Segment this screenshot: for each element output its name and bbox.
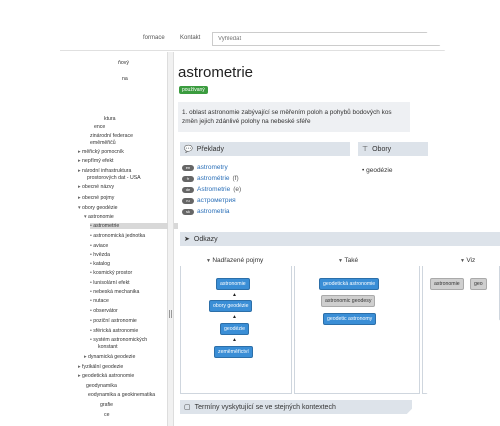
concept-node[interactable]: geodetic astronomy [323, 313, 377, 325]
tree-item[interactable]: zinárodní federace [90, 133, 133, 139]
concept-node-foreign[interactable]: geo [470, 278, 487, 290]
tree-item[interactable]: astronomická jednotka [90, 233, 145, 239]
obory-item[interactable]: geodézie [362, 167, 392, 174]
tree-item[interactable]: ence [94, 124, 105, 130]
tree-item[interactable]: geodynamika [86, 383, 117, 389]
status-badge: používaný [179, 86, 208, 94]
tree-item[interactable]: dynamická geodezie [84, 354, 135, 360]
cursor-icon: ➤ [184, 236, 190, 243]
tree-item[interactable]: obory geodézie [78, 205, 117, 211]
tree-item[interactable]: fyzikální geodezie [78, 364, 123, 370]
sidebar-tree: ňový na ktura ence zinárodní federace em… [60, 52, 178, 426]
tree-item[interactable]: poziční astronomie [90, 318, 137, 324]
translation-link[interactable]: astrometry [197, 164, 228, 171]
search-input[interactable] [212, 32, 500, 46]
document-icon: ▢ [184, 404, 191, 411]
language-badge: sk [182, 208, 194, 215]
tree-item[interactable]: konstant [98, 344, 118, 350]
tree-item[interactable]: grafie [100, 402, 113, 408]
language-badge: ru [182, 197, 194, 204]
nav-link-kontakt[interactable]: Kontakt [180, 35, 200, 41]
column-header-take: Také [338, 257, 358, 264]
translations-title: Překlady [196, 145, 224, 153]
tree-item[interactable]: lunisolární efekt [90, 280, 129, 286]
concept-node[interactable]: zeměměřictví [214, 346, 253, 358]
page-title: astrometrie [178, 64, 254, 81]
tree-item[interactable]: eměměřičů [90, 140, 116, 146]
tree-item[interactable]: na [122, 76, 128, 82]
grammar-note: (f) [232, 175, 239, 182]
obory-header: ⊤ Obory [358, 142, 428, 156]
definition-text: 1. oblast astronomie zabývající se měřen… [182, 109, 392, 116]
tree-item[interactable]: katalog [90, 261, 110, 267]
tree-item[interactable]: aviace [90, 243, 108, 249]
top-navigation: formace Kontakt [100, 28, 500, 50]
tree-item[interactable]: systém astronomických [90, 337, 147, 343]
definition-box: 1. oblast astronomie zabývající se měřen… [178, 102, 410, 132]
arrow-up-icon: ▲ [232, 337, 237, 343]
tree-item[interactable]: ce [104, 412, 109, 418]
definition-text: změn jejich zdánlivé polohy na nebeské s… [182, 118, 311, 125]
translations-header: 💬 Překlady [180, 142, 350, 156]
concept-node[interactable]: geodézie [220, 323, 250, 335]
tree-item[interactable]: hvězda [90, 252, 110, 258]
tree-item[interactable]: observátor [90, 308, 118, 314]
column-header-viz: Viz [460, 257, 475, 264]
language-badge: fr [182, 175, 194, 182]
translation-link[interactable]: astrometria [197, 208, 230, 215]
main-content: astrometrie používaný 1. oblast astronom… [178, 52, 500, 426]
signpost-icon: ⊤ [362, 146, 369, 153]
language-badge: en [182, 164, 194, 171]
tree-item[interactable]: geodetická astronomie [78, 373, 134, 379]
translation-link[interactable]: astrométrie [197, 175, 230, 182]
concept-node-foreign[interactable]: astronomie [430, 278, 464, 290]
divider [60, 50, 500, 51]
tree-item[interactable]: sférická astronomie [90, 328, 138, 334]
translation-row: en astrometry [182, 164, 228, 171]
terminy-title: Termíny vyskytující se ve stejných konte… [194, 403, 336, 411]
odkazy-header: ➤ Odkazy [180, 232, 500, 246]
language-badge: de [182, 186, 194, 193]
terminy-header: ▢ Termíny vyskytující se ve stejných kon… [180, 400, 412, 414]
odkazy-title: Odkazy [193, 235, 218, 243]
app-window: formace Kontakt ňový na ktura ence zinár… [0, 0, 500, 426]
arrow-up-icon: ▲ [232, 314, 237, 320]
resize-grip-icon[interactable] [169, 310, 172, 318]
nav-link-informace[interactable]: formace [143, 35, 165, 41]
chat-icon: 💬 [184, 146, 193, 153]
translation-row: fr astrométrie (f) [182, 175, 239, 182]
tree-item[interactable]: kosmický prostor [90, 270, 132, 276]
tree-item[interactable]: národní infrastruktura [78, 168, 131, 174]
concept-node-foreign[interactable]: astronomic geodesy [321, 295, 376, 307]
translation-link[interactable]: Astrometrie [197, 186, 230, 193]
tree-item[interactable]: ňový [118, 60, 129, 66]
tree-item[interactable]: nepřímý efekt [78, 158, 113, 164]
tree-item[interactable]: nutace [90, 298, 109, 304]
translation-link[interactable]: астрометрия [197, 197, 236, 204]
tree-item-selected[interactable]: astrometrie [90, 223, 178, 229]
concept-node[interactable]: astronomie [216, 278, 250, 290]
column-header-nadrazene: Nadřazené pojmy [206, 257, 263, 264]
concept-node[interactable]: geodetická astronomie [319, 278, 380, 290]
tree-item[interactable]: obecné pojmy [78, 195, 114, 201]
translation-row: sk astrometria [182, 208, 230, 215]
obory-title: Obory [372, 145, 392, 153]
concept-node[interactable]: obory geodézie [209, 300, 253, 312]
tree-item[interactable]: prostorových dat - USA [87, 175, 141, 181]
tree-item[interactable]: nebeská mechanika [90, 289, 139, 295]
arrow-up-icon: ▲ [232, 292, 237, 298]
tree-item[interactable]: astronomie [84, 214, 114, 220]
tree-item[interactable]: obecné názvy [78, 184, 114, 190]
tree-item[interactable]: měřický pomocník [78, 149, 124, 155]
tree-item[interactable]: ktura [104, 116, 116, 122]
tree-item[interactable]: eodynamika a geokinematika [88, 392, 155, 398]
translation-row: ru астрометрия [182, 197, 236, 204]
sidebar-resizer[interactable] [168, 52, 174, 426]
grammar-note: (e) [233, 186, 242, 193]
translation-row: de Astrometrie (e) [182, 186, 241, 193]
